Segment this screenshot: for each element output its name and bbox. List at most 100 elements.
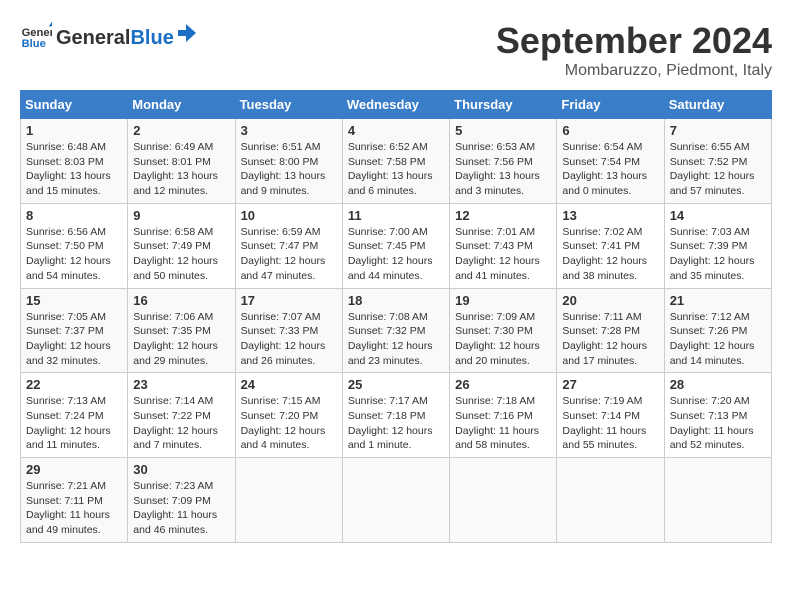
- calendar-week-3: 15Sunrise: 7:05 AMSunset: 7:37 PMDayligh…: [21, 288, 772, 373]
- calendar-cell: 30 Sunrise: 7:23 AMSunset: 7:09 PMDayligh…: [128, 458, 235, 543]
- day-number: 29: [26, 462, 122, 477]
- logo-icon: General Blue: [20, 20, 52, 52]
- calendar-cell: 4 Sunrise: 6:52 AMSunset: 7:58 PMDaylight…: [342, 119, 449, 204]
- calendar-cell: [450, 458, 557, 543]
- calendar-cell: 1 Sunrise: 6:48 AMSunset: 8:03 PMDaylight…: [21, 119, 128, 204]
- day-info: Sunrise: 7:06 AMSunset: 7:35 PMDaylight:…: [133, 310, 229, 369]
- day-info: Sunrise: 7:18 AMSunset: 7:16 PMDaylight:…: [455, 394, 551, 453]
- header: General Blue GeneralBlue September 2024 …: [20, 20, 772, 80]
- day-info: Sunrise: 7:00 AMSunset: 7:45 PMDaylight:…: [348, 225, 444, 284]
- calendar-cell: 11 Sunrise: 7:00 AMSunset: 7:45 PMDayligh…: [342, 203, 449, 288]
- header-row: SundayMondayTuesdayWednesdayThursdayFrid…: [21, 91, 772, 119]
- calendar-table: SundayMondayTuesdayWednesdayThursdayFrid…: [20, 90, 772, 543]
- calendar-cell: 22 Sunrise: 7:13 AMSunset: 7:24 PMDayligh…: [21, 373, 128, 458]
- day-info: Sunrise: 7:20 AMSunset: 7:13 PMDaylight:…: [670, 394, 766, 453]
- calendar-cell: 19 Sunrise: 7:09 AMSunset: 7:30 PMDayligh…: [450, 288, 557, 373]
- calendar-cell: 16 Sunrise: 7:06 AMSunset: 7:35 PMDayligh…: [128, 288, 235, 373]
- day-info: Sunrise: 7:19 AMSunset: 7:14 PMDaylight:…: [562, 394, 658, 453]
- calendar-cell: 7 Sunrise: 6:55 AMSunset: 7:52 PMDaylight…: [664, 119, 771, 204]
- title-area: September 2024 Mombaruzzo, Piedmont, Ita…: [496, 20, 772, 80]
- day-info: Sunrise: 7:03 AMSunset: 7:39 PMDaylight:…: [670, 225, 766, 284]
- day-info: Sunrise: 7:13 AMSunset: 7:24 PMDaylight:…: [26, 394, 122, 453]
- day-info: Sunrise: 7:23 AMSunset: 7:09 PMDaylight:…: [133, 479, 229, 538]
- day-info: Sunrise: 7:12 AMSunset: 7:26 PMDaylight:…: [670, 310, 766, 369]
- col-header-tuesday: Tuesday: [235, 91, 342, 119]
- day-number: 25: [348, 377, 444, 392]
- day-number: 23: [133, 377, 229, 392]
- logo-general: General: [56, 27, 130, 50]
- day-number: 2: [133, 123, 229, 138]
- svg-text:Blue: Blue: [22, 38, 46, 50]
- calendar-cell: 3Sunrise: 6:51 AMSunset: 8:00 PMDaylight…: [235, 119, 342, 204]
- day-number: 12: [455, 208, 551, 223]
- logo-arrow-icon: [176, 22, 198, 44]
- day-info: Sunrise: 7:08 AMSunset: 7:32 PMDaylight:…: [348, 310, 444, 369]
- day-number: 22: [26, 377, 122, 392]
- calendar-cell: 26Sunrise: 7:18 AMSunset: 7:16 PMDayligh…: [450, 373, 557, 458]
- calendar-cell: [664, 458, 771, 543]
- day-number: 15: [26, 293, 122, 308]
- day-info: Sunrise: 7:15 AMSunset: 7:20 PMDaylight:…: [241, 394, 337, 453]
- day-info: Sunrise: 7:17 AMSunset: 7:18 PMDaylight:…: [348, 394, 444, 453]
- col-header-sunday: Sunday: [21, 91, 128, 119]
- day-number: 4: [348, 123, 444, 138]
- day-number: 5: [455, 123, 551, 138]
- calendar-cell: 13 Sunrise: 7:02 AMSunset: 7:41 PMDayligh…: [557, 203, 664, 288]
- day-info: Sunrise: 6:52 AMSunset: 7:58 PMDaylight:…: [348, 140, 444, 199]
- col-header-wednesday: Wednesday: [342, 91, 449, 119]
- day-info: Sunrise: 7:09 AMSunset: 7:30 PMDaylight:…: [455, 310, 551, 369]
- day-number: 20: [562, 293, 658, 308]
- day-number: 9: [133, 208, 229, 223]
- calendar-week-2: 8 Sunrise: 6:56 AMSunset: 7:50 PMDaylight…: [21, 203, 772, 288]
- calendar-cell: 9 Sunrise: 6:58 AMSunset: 7:49 PMDaylight…: [128, 203, 235, 288]
- calendar-cell: [342, 458, 449, 543]
- day-info: Sunrise: 6:58 AMSunset: 7:49 PMDaylight:…: [133, 225, 229, 284]
- day-number: 30: [133, 462, 229, 477]
- day-number: 10: [241, 208, 337, 223]
- day-number: 1: [26, 123, 122, 138]
- calendar-week-5: 29Sunrise: 7:21 AMSunset: 7:11 PMDayligh…: [21, 458, 772, 543]
- logo: General Blue GeneralBlue: [20, 20, 198, 52]
- day-number: 18: [348, 293, 444, 308]
- day-number: 17: [241, 293, 337, 308]
- day-info: Sunrise: 7:11 AMSunset: 7:28 PMDaylight:…: [562, 310, 658, 369]
- col-header-saturday: Saturday: [664, 91, 771, 119]
- calendar-cell: 27 Sunrise: 7:19 AMSunset: 7:14 PMDayligh…: [557, 373, 664, 458]
- day-number: 6: [562, 123, 658, 138]
- day-info: Sunrise: 7:01 AMSunset: 7:43 PMDaylight:…: [455, 225, 551, 284]
- calendar-cell: [235, 458, 342, 543]
- day-info: Sunrise: 7:02 AMSunset: 7:41 PMDaylight:…: [562, 225, 658, 284]
- calendar-cell: 23 Sunrise: 7:14 AMSunset: 7:22 PMDayligh…: [128, 373, 235, 458]
- day-info: Sunrise: 6:56 AMSunset: 7:50 PMDaylight:…: [26, 225, 122, 284]
- day-number: 27: [562, 377, 658, 392]
- calendar-cell: 25 Sunrise: 7:17 AMSunset: 7:18 PMDayligh…: [342, 373, 449, 458]
- calendar-cell: 18 Sunrise: 7:08 AMSunset: 7:32 PMDayligh…: [342, 288, 449, 373]
- day-info: Sunrise: 6:51 AMSunset: 8:00 PMDaylight:…: [241, 140, 337, 199]
- location-title: Mombaruzzo, Piedmont, Italy: [496, 62, 772, 80]
- calendar-cell: 17Sunrise: 7:07 AMSunset: 7:33 PMDayligh…: [235, 288, 342, 373]
- calendar-cell: 5Sunrise: 6:53 AMSunset: 7:56 PMDaylight…: [450, 119, 557, 204]
- day-number: 13: [562, 208, 658, 223]
- day-info: Sunrise: 6:55 AMSunset: 7:52 PMDaylight:…: [670, 140, 766, 199]
- day-number: 19: [455, 293, 551, 308]
- col-header-thursday: Thursday: [450, 91, 557, 119]
- day-info: Sunrise: 6:48 AMSunset: 8:03 PMDaylight:…: [26, 140, 122, 199]
- calendar-cell: 28 Sunrise: 7:20 AMSunset: 7:13 PMDayligh…: [664, 373, 771, 458]
- day-info: Sunrise: 7:14 AMSunset: 7:22 PMDaylight:…: [133, 394, 229, 453]
- calendar-cell: 8 Sunrise: 6:56 AMSunset: 7:50 PMDaylight…: [21, 203, 128, 288]
- calendar-cell: 20 Sunrise: 7:11 AMSunset: 7:28 PMDayligh…: [557, 288, 664, 373]
- calendar-cell: [557, 458, 664, 543]
- calendar-cell: 6Sunrise: 6:54 AMSunset: 7:54 PMDaylight…: [557, 119, 664, 204]
- day-number: 16: [133, 293, 229, 308]
- calendar-cell: 10 Sunrise: 6:59 AMSunset: 7:47 PMDayligh…: [235, 203, 342, 288]
- col-header-friday: Friday: [557, 91, 664, 119]
- day-number: 11: [348, 208, 444, 223]
- day-number: 7: [670, 123, 766, 138]
- calendar-week-1: 1 Sunrise: 6:48 AMSunset: 8:03 PMDaylight…: [21, 119, 772, 204]
- day-number: 28: [670, 377, 766, 392]
- calendar-cell: 2Sunrise: 6:49 AMSunset: 8:01 PMDaylight…: [128, 119, 235, 204]
- day-number: 8: [26, 208, 122, 223]
- svg-text:General: General: [22, 27, 52, 39]
- day-info: Sunrise: 6:59 AMSunset: 7:47 PMDaylight:…: [241, 225, 337, 284]
- logo-blue: Blue: [130, 27, 173, 50]
